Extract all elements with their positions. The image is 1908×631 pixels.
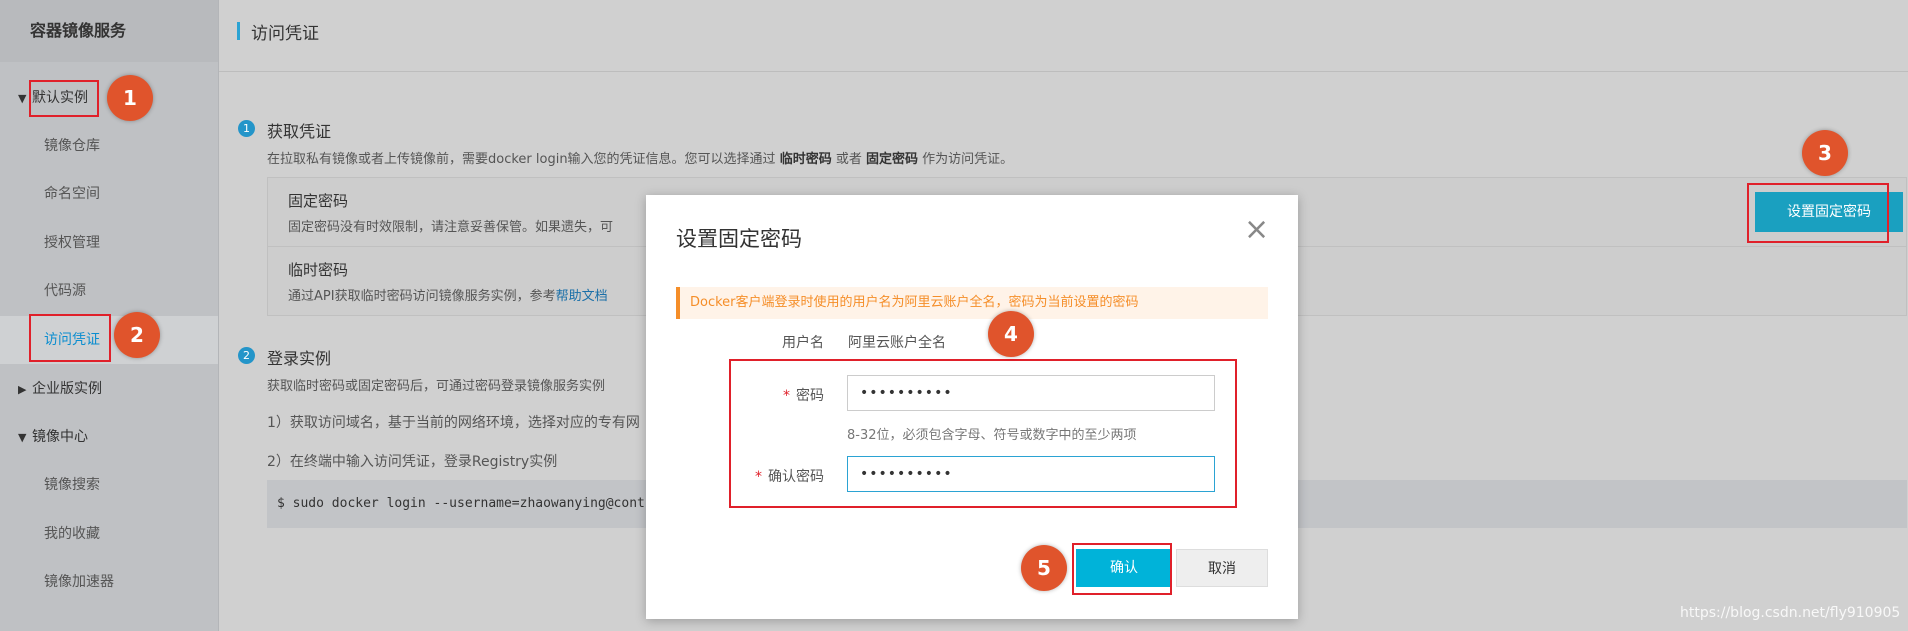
watermark: https://blog.csdn.net/fly910905 <box>1680 605 1901 621</box>
cancel-button[interactable]: 取消 <box>1176 549 1268 587</box>
annotation-badge-3: 3 <box>1802 130 1848 176</box>
temp-password-title: 临时密码 <box>288 261 349 279</box>
help-doc-link[interactable]: 帮助文档 <box>556 289 608 304</box>
annotation-badge-1: 1 <box>107 75 153 121</box>
caret-right-icon: ▶ <box>18 383 27 396</box>
sidebar-item-image-search[interactable]: 镜像搜索 <box>0 467 218 503</box>
sidebar-group-image-center[interactable]: ▼ 镜像中心 <box>0 419 218 455</box>
sidebar-item-namespaces[interactable]: 命名空间 <box>0 176 218 212</box>
sidebar-item-authorization[interactable]: 授权管理 <box>0 225 218 261</box>
page-title: 访问凭证 <box>251 24 319 44</box>
step1-description: 在拉取私有镜像或者上传镜像前，需要docker login输入您的凭证信息。您可… <box>267 152 1014 167</box>
fixed-password-description: 固定密码没有时效限制，请注意妥善保管。如果遗失，可 <box>288 220 614 235</box>
step2-description: 获取临时密码或固定密码后，可通过密码登录镜像服务实例 <box>267 379 606 394</box>
username-label: 用户名 <box>782 335 824 351</box>
step2-line1: 1）获取访问域名，基于当前的网络环境，选择对应的专有网 <box>267 415 640 431</box>
close-icon[interactable]: × <box>1244 215 1269 245</box>
dialog-title: 设置固定密码 <box>676 227 802 251</box>
annotation-badge-2: 2 <box>114 312 160 358</box>
sidebar-item-code-source[interactable]: 代码源 <box>0 273 218 309</box>
sidebar-item-accelerator[interactable]: 镜像加速器 <box>0 564 218 600</box>
info-alert: Docker客户端登录时使用的用户名为阿里云账户全名，密码为当前设置的密码 <box>676 287 1268 319</box>
step1-title: 获取凭证 <box>267 122 332 141</box>
step1-number: 1 <box>238 120 255 137</box>
sidebar-group-enterprise[interactable]: ▶ 企业版实例 <box>0 371 218 407</box>
temp-password-description: 通过API获取临时密码访问镜像服务实例，参考帮助文档 <box>288 289 608 304</box>
fixed-password-title: 固定密码 <box>288 192 349 210</box>
highlight-box-set-button <box>1747 183 1889 243</box>
header-accent-bar <box>237 22 240 40</box>
annotation-badge-4: 4 <box>988 311 1034 357</box>
annotation-badge-5: 5 <box>1021 545 1067 591</box>
highlight-box-default-instance <box>29 80 99 117</box>
page-header: 访问凭证 <box>219 0 1908 72</box>
sidebar-title: 容器镜像服务 <box>0 0 218 62</box>
username-value: 阿里云账户全名 <box>848 335 946 351</box>
sidebar-item-repositories[interactable]: 镜像仓库 <box>0 128 218 164</box>
step2-number: 2 <box>238 347 255 364</box>
highlight-box-confirm <box>1072 543 1172 595</box>
highlight-box-password-fields <box>729 359 1237 508</box>
highlight-box-access-credentials <box>29 314 111 362</box>
step2-line2: 2）在终端中输入访问凭证，登录Registry实例 <box>267 454 558 470</box>
caret-down-icon: ▼ <box>18 431 27 444</box>
sidebar-item-label: 镜像中心 <box>32 429 88 445</box>
sidebar-item-favorites[interactable]: 我的收藏 <box>0 516 218 552</box>
step2-title: 登录实例 <box>267 349 332 368</box>
sidebar-item-label: 企业版实例 <box>32 381 102 397</box>
